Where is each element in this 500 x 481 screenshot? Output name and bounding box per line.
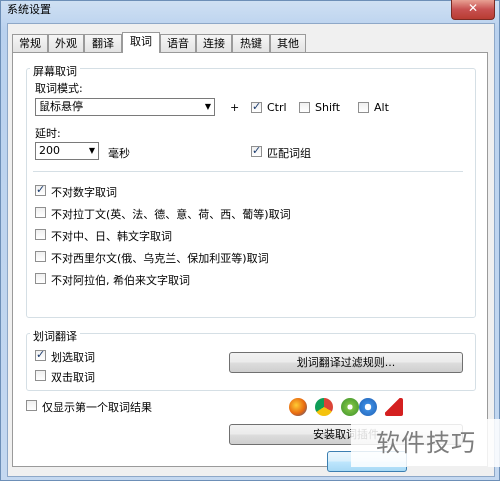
- tab-hotkey[interactable]: 热键: [232, 34, 270, 52]
- tab-other[interactable]: 其他: [270, 34, 306, 52]
- delay-value: 200: [39, 144, 60, 157]
- no-cjk-label: 不对中、日、韩文字取词: [51, 230, 172, 243]
- ctrl-label: Ctrl: [267, 101, 287, 114]
- first-result-label: 仅显示第一个取词结果: [42, 401, 152, 414]
- delay-label: 延时:: [35, 127, 61, 140]
- no-cyrillic-label: 不对西里尔文(俄、乌克兰、保加利亚等)取词: [51, 252, 269, 265]
- ie-icon: [359, 398, 377, 416]
- tab-translate[interactable]: 翻译: [84, 34, 122, 52]
- no-digits-checkbox[interactable]: ✓: [35, 183, 46, 196]
- tab-appearance[interactable]: 外观: [48, 34, 84, 52]
- no-cyrillic-checkbox[interactable]: [35, 251, 46, 262]
- alt-checkbox[interactable]: [358, 102, 369, 113]
- alt-label: Alt: [374, 101, 389, 114]
- 360-browser-icon: [341, 398, 359, 416]
- check-icon: ✓: [36, 183, 46, 196]
- window-title: 系统设置: [7, 3, 51, 16]
- match-phrase-checkbox[interactable]: ✓: [251, 144, 262, 157]
- screen-capture-group-title: 屏幕取词: [30, 63, 80, 79]
- double-click-label: 双击取词: [51, 371, 95, 384]
- delay-select[interactable]: 200 ▼: [35, 142, 99, 160]
- window-client: 常规 外观 翻译 取词 语音 连接 热键 其他 屏幕取词 取词模式: 鼠标悬停 …: [7, 23, 495, 477]
- no-arabic-label: 不对阿拉伯, 希伯来文字取词: [51, 274, 190, 287]
- ctrl-checkbox[interactable]: ✓: [251, 100, 262, 113]
- tab-connection[interactable]: 连接: [196, 34, 232, 52]
- match-phrase-label: 匹配词组: [267, 147, 311, 160]
- select-translate-group-title: 划词翻译: [30, 328, 80, 344]
- select-capture-label: 划选取词: [51, 351, 95, 364]
- capture-mode-select[interactable]: 鼠标悬停 ▼: [35, 98, 215, 116]
- settings-window: 系统设置 ✕ 常规 外观 翻译 取词 语音 连接 热键 其他 屏幕取词 取词模式…: [0, 0, 500, 481]
- filter-rules-button[interactable]: 划词翻译过滤规则...: [229, 352, 463, 373]
- plus-sign: +: [230, 101, 240, 114]
- first-result-checkbox[interactable]: [26, 400, 37, 411]
- check-icon: ✓: [252, 100, 262, 113]
- tab-voice[interactable]: 语音: [160, 34, 196, 52]
- delay-unit: 毫秒: [108, 147, 130, 160]
- no-latin-label: 不对拉丁文(英、法、德、意、荷、西、葡等)取词: [51, 208, 291, 221]
- firefox-icon: [289, 398, 307, 416]
- tab-general[interactable]: 常规: [12, 34, 48, 52]
- capture-panel: 屏幕取词 取词模式: 鼠标悬停 ▼ + ✓ Ctrl Shift Alt 延时:…: [12, 52, 488, 467]
- double-click-checkbox[interactable]: [35, 370, 46, 381]
- tab-capture[interactable]: 取词: [122, 32, 160, 53]
- no-cjk-checkbox[interactable]: [35, 229, 46, 240]
- check-icon: ✓: [252, 144, 262, 157]
- close-button[interactable]: ✕: [451, 0, 495, 20]
- chevron-down-icon: ▼: [204, 102, 211, 111]
- capture-mode-label: 取词模式:: [35, 82, 83, 95]
- shift-checkbox[interactable]: [299, 102, 310, 113]
- shift-label: Shift: [315, 101, 341, 114]
- capture-mode-value: 鼠标悬停: [39, 100, 83, 113]
- chevron-down-icon: ▼: [88, 146, 95, 155]
- acrobat-icon: [385, 398, 403, 416]
- no-latin-checkbox[interactable]: [35, 207, 46, 218]
- chrome-icon: [315, 398, 333, 416]
- divider: [33, 171, 463, 172]
- no-arabic-checkbox[interactable]: [35, 273, 46, 284]
- watermark: 软件技巧: [351, 419, 500, 467]
- check-icon: ✓: [36, 348, 46, 361]
- no-digits-label: 不对数字取词: [51, 186, 117, 199]
- select-capture-checkbox[interactable]: ✓: [35, 348, 46, 361]
